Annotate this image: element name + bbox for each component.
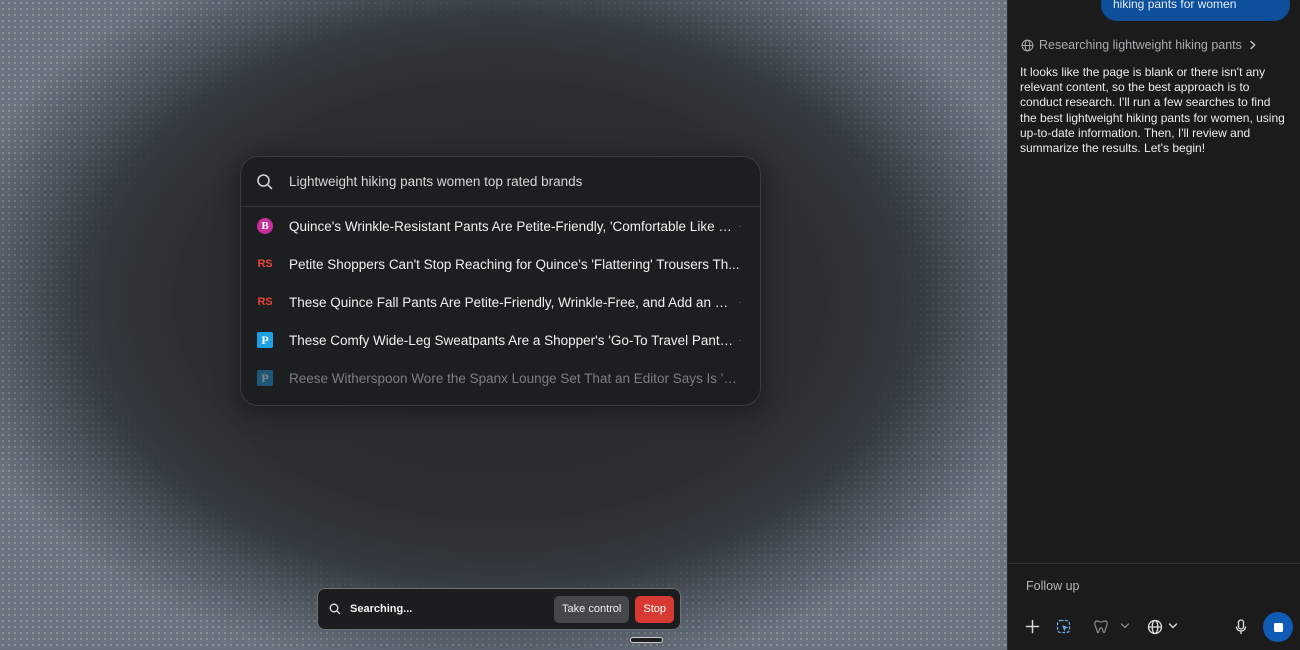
search-icon — [256, 173, 274, 191]
user-message-bubble: hiking pants for women — [1101, 0, 1290, 21]
take-control-button[interactable]: Take control — [554, 595, 630, 623]
result-separator: · — [738, 220, 742, 232]
site-favicon-p: P — [257, 332, 273, 348]
microphone-icon[interactable] — [1235, 619, 1247, 635]
chevron-down-icon[interactable] — [1168, 622, 1178, 630]
chevron-down-icon[interactable] — [1120, 622, 1130, 630]
composer-toolbar — [1008, 612, 1300, 642]
globe-icon — [1021, 39, 1034, 52]
agent-status-bar: Searching... Take control Stop — [317, 588, 681, 630]
drag-handle[interactable] — [630, 637, 663, 643]
site-favicon-rs: RS — [257, 258, 273, 270]
search-result-title: These Quince Fall Pants Are Petite-Frien… — [289, 294, 735, 310]
stop-button[interactable]: Stop — [635, 595, 674, 623]
search-result-title: These Comfy Wide-Leg Sweatpants Are a Sh… — [289, 332, 735, 348]
search-result[interactable]: B Quince's Wrinkle-Resistant Pants Are P… — [241, 207, 760, 245]
search-result[interactable]: RS Petite Shoppers Can't Stop Reaching f… — [241, 245, 760, 283]
assistant-message: It looks like the page is blank or there… — [1020, 65, 1285, 156]
site-favicon-rs: RS — [257, 296, 273, 308]
divider — [1008, 563, 1300, 564]
search-result[interactable]: RS These Quince Fall Pants Are Petite-Fr… — [241, 283, 760, 321]
chat-panel: hiking pants for women Researching light… — [1007, 0, 1300, 650]
research-label: Researching lightweight hiking pants — [1039, 38, 1242, 52]
stop-generation-button[interactable] — [1263, 612, 1293, 642]
tools-icon[interactable] — [1056, 619, 1072, 635]
globe-icon[interactable] — [1147, 619, 1163, 635]
search-result-title: Petite Shoppers Can't Stop Reaching for … — [289, 256, 740, 272]
stop-square-icon — [1273, 622, 1283, 632]
status-text: Searching... — [350, 603, 413, 615]
site-favicon-b: B — [257, 218, 273, 234]
site-favicon-p: P — [257, 370, 273, 386]
search-icon — [329, 603, 341, 615]
tooth-icon[interactable] — [1093, 619, 1109, 635]
result-separator: · — [738, 296, 742, 308]
search-result[interactable]: P These Comfy Wide-Leg Sweatpants Are a … — [241, 321, 760, 359]
chevron-right-icon — [1249, 40, 1257, 50]
research-step-toggle[interactable]: Researching lightweight hiking pants — [1021, 38, 1257, 52]
search-query: Lightweight hiking pants women top rated… — [289, 174, 583, 189]
search-results-card: Lightweight hiking pants women top rated… — [240, 156, 761, 406]
browser-canvas: Lightweight hiking pants women top rated… — [0, 0, 1007, 650]
result-separator: · — [738, 334, 742, 346]
search-result[interactable]: P Reese Witherspoon Wore the Spanx Loung… — [241, 359, 760, 397]
follow-up-input[interactable]: Follow up — [1026, 579, 1080, 593]
search-result-title: Quince's Wrinkle-Resistant Pants Are Pet… — [289, 218, 735, 234]
plus-icon[interactable] — [1025, 619, 1040, 634]
search-bar[interactable]: Lightweight hiking pants women top rated… — [241, 157, 760, 207]
search-result-title: Reese Witherspoon Wore the Spanx Lounge … — [289, 370, 742, 386]
